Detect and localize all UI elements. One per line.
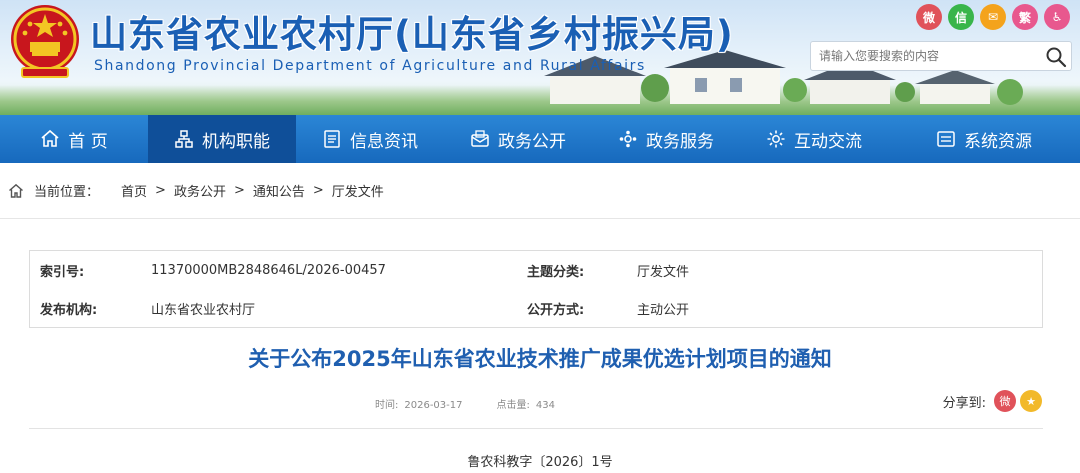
article-info: 时间: 2026-03-17 点击量: 434: [375, 396, 561, 411]
search-box: [810, 41, 1072, 71]
disclosure-method-value: 主动公开: [637, 302, 690, 318]
breadcrumb-label: 当前位置：: [34, 185, 100, 200]
article-title: 关于公布2025年山东省农业技术推广成果优选计划项目的通知: [248, 347, 832, 371]
breadcrumb-separator: >: [155, 183, 166, 198]
news-icon: [324, 130, 340, 148]
nav-item-label: 信息资讯: [350, 131, 418, 152]
publish-time-value: 2026-03-17: [404, 400, 463, 411]
nav-item-label: 首 页: [68, 131, 108, 152]
share-qzone-icon[interactable]: ★: [1020, 390, 1042, 412]
publishing-org-label: 发布机构:: [40, 302, 98, 318]
meta-row: 发布机构: 山东省农业农村厅 公开方式: 主动公开: [30, 289, 1042, 327]
search-input[interactable]: [811, 42, 1041, 70]
nav-item-system-resources[interactable]: 系统资源: [888, 115, 1080, 163]
weibo-icon[interactable]: 微: [916, 4, 942, 30]
home-icon: [9, 183, 23, 198]
document-number: 鲁农科教字〔2026〕1号: [467, 455, 613, 470]
public-affairs-icon: [471, 130, 489, 147]
breadcrumb-item-notices[interactable]: 通知公告: [253, 181, 305, 200]
share-label: 分享到:: [942, 395, 986, 411]
interaction-icon: [767, 130, 785, 148]
breadcrumb-separator: >: [233, 183, 245, 198]
main-nav: 首 页 机构职能 信息资讯 政务公开 政务服务 互动交流 系统资源: [0, 115, 1080, 163]
breadcrumb-item-dept-documents[interactable]: 厅发文件: [332, 181, 384, 200]
breadcrumb-item-public-affairs[interactable]: 政务公开: [174, 181, 226, 200]
wechat-icon[interactable]: 信: [948, 4, 974, 30]
share-weibo-icon[interactable]: 微: [994, 390, 1016, 412]
breadcrumb-item-home[interactable]: 首页: [121, 181, 147, 200]
divider: [29, 428, 1043, 429]
nav-item-home[interactable]: 首 页: [0, 115, 148, 163]
national-emblem-icon: [11, 5, 79, 78]
publishing-org-value: 山东省农业农村厅: [151, 302, 256, 318]
social-links: 微 信 ✉ 繁 ♿: [916, 4, 1070, 30]
nav-item-label: 政务服务: [646, 131, 714, 152]
disclosure-method-label: 公开方式:: [527, 302, 585, 318]
site-header: 山东省农业农村厅(山东省乡村振兴局) Shandong Provincial D…: [0, 0, 1080, 115]
document-meta-table: 索引号: 11370000MB2848646L/2026-00457 主题分类:…: [29, 250, 1043, 328]
org-icon: [175, 130, 193, 148]
meta-row: 索引号: 11370000MB2848646L/2026-00457 主题分类:…: [30, 251, 1042, 289]
nav-item-label: 政务公开: [498, 131, 566, 152]
share-bar: 分享到: 微 ★: [943, 390, 1042, 412]
breadcrumb: 当前位置： 首页 > 政务公开 > 通知公告 > 厅发文件: [0, 163, 1080, 219]
page: 山东省农业农村厅(山东省乡村振兴局) Shandong Provincial D…: [0, 0, 1080, 473]
site-title: 山东省农业农村厅(山东省乡村振兴局): [90, 13, 734, 56]
publish-time-label: 时间:: [375, 400, 399, 411]
nav-item-label: 机构职能: [202, 131, 270, 152]
index-number-label: 索引号:: [40, 264, 85, 280]
index-number-value: 11370000MB2848646L/2026-00457: [151, 262, 386, 278]
nav-item-organization[interactable]: 机构职能: [148, 115, 296, 163]
service-icon: [619, 130, 637, 148]
home-icon: [41, 129, 59, 147]
nav-item-interaction[interactable]: 互动交流: [740, 115, 888, 163]
topic-category-label: 主题分类:: [527, 264, 585, 280]
nav-item-services[interactable]: 政务服务: [592, 115, 740, 163]
nav-item-label: 系统资源: [964, 131, 1032, 152]
breadcrumb-separator: >: [312, 183, 324, 198]
system-icon: [937, 131, 955, 147]
search-icon[interactable]: [1045, 46, 1067, 68]
click-count-label: 点击量:: [496, 400, 530, 411]
accessibility-icon[interactable]: ♿: [1044, 4, 1070, 30]
nav-item-public-affairs[interactable]: 政务公开: [444, 115, 592, 163]
site-subtitle: Shandong Provincial Department of Agricu…: [94, 58, 646, 74]
nav-item-label: 互动交流: [794, 131, 862, 152]
click-count-value: 434: [535, 400, 555, 411]
mail-icon[interactable]: ✉: [980, 4, 1006, 30]
traditional-chinese-icon[interactable]: 繁: [1012, 4, 1038, 30]
nav-item-news[interactable]: 信息资讯: [296, 115, 444, 163]
topic-category-value: 厅发文件: [637, 264, 690, 280]
